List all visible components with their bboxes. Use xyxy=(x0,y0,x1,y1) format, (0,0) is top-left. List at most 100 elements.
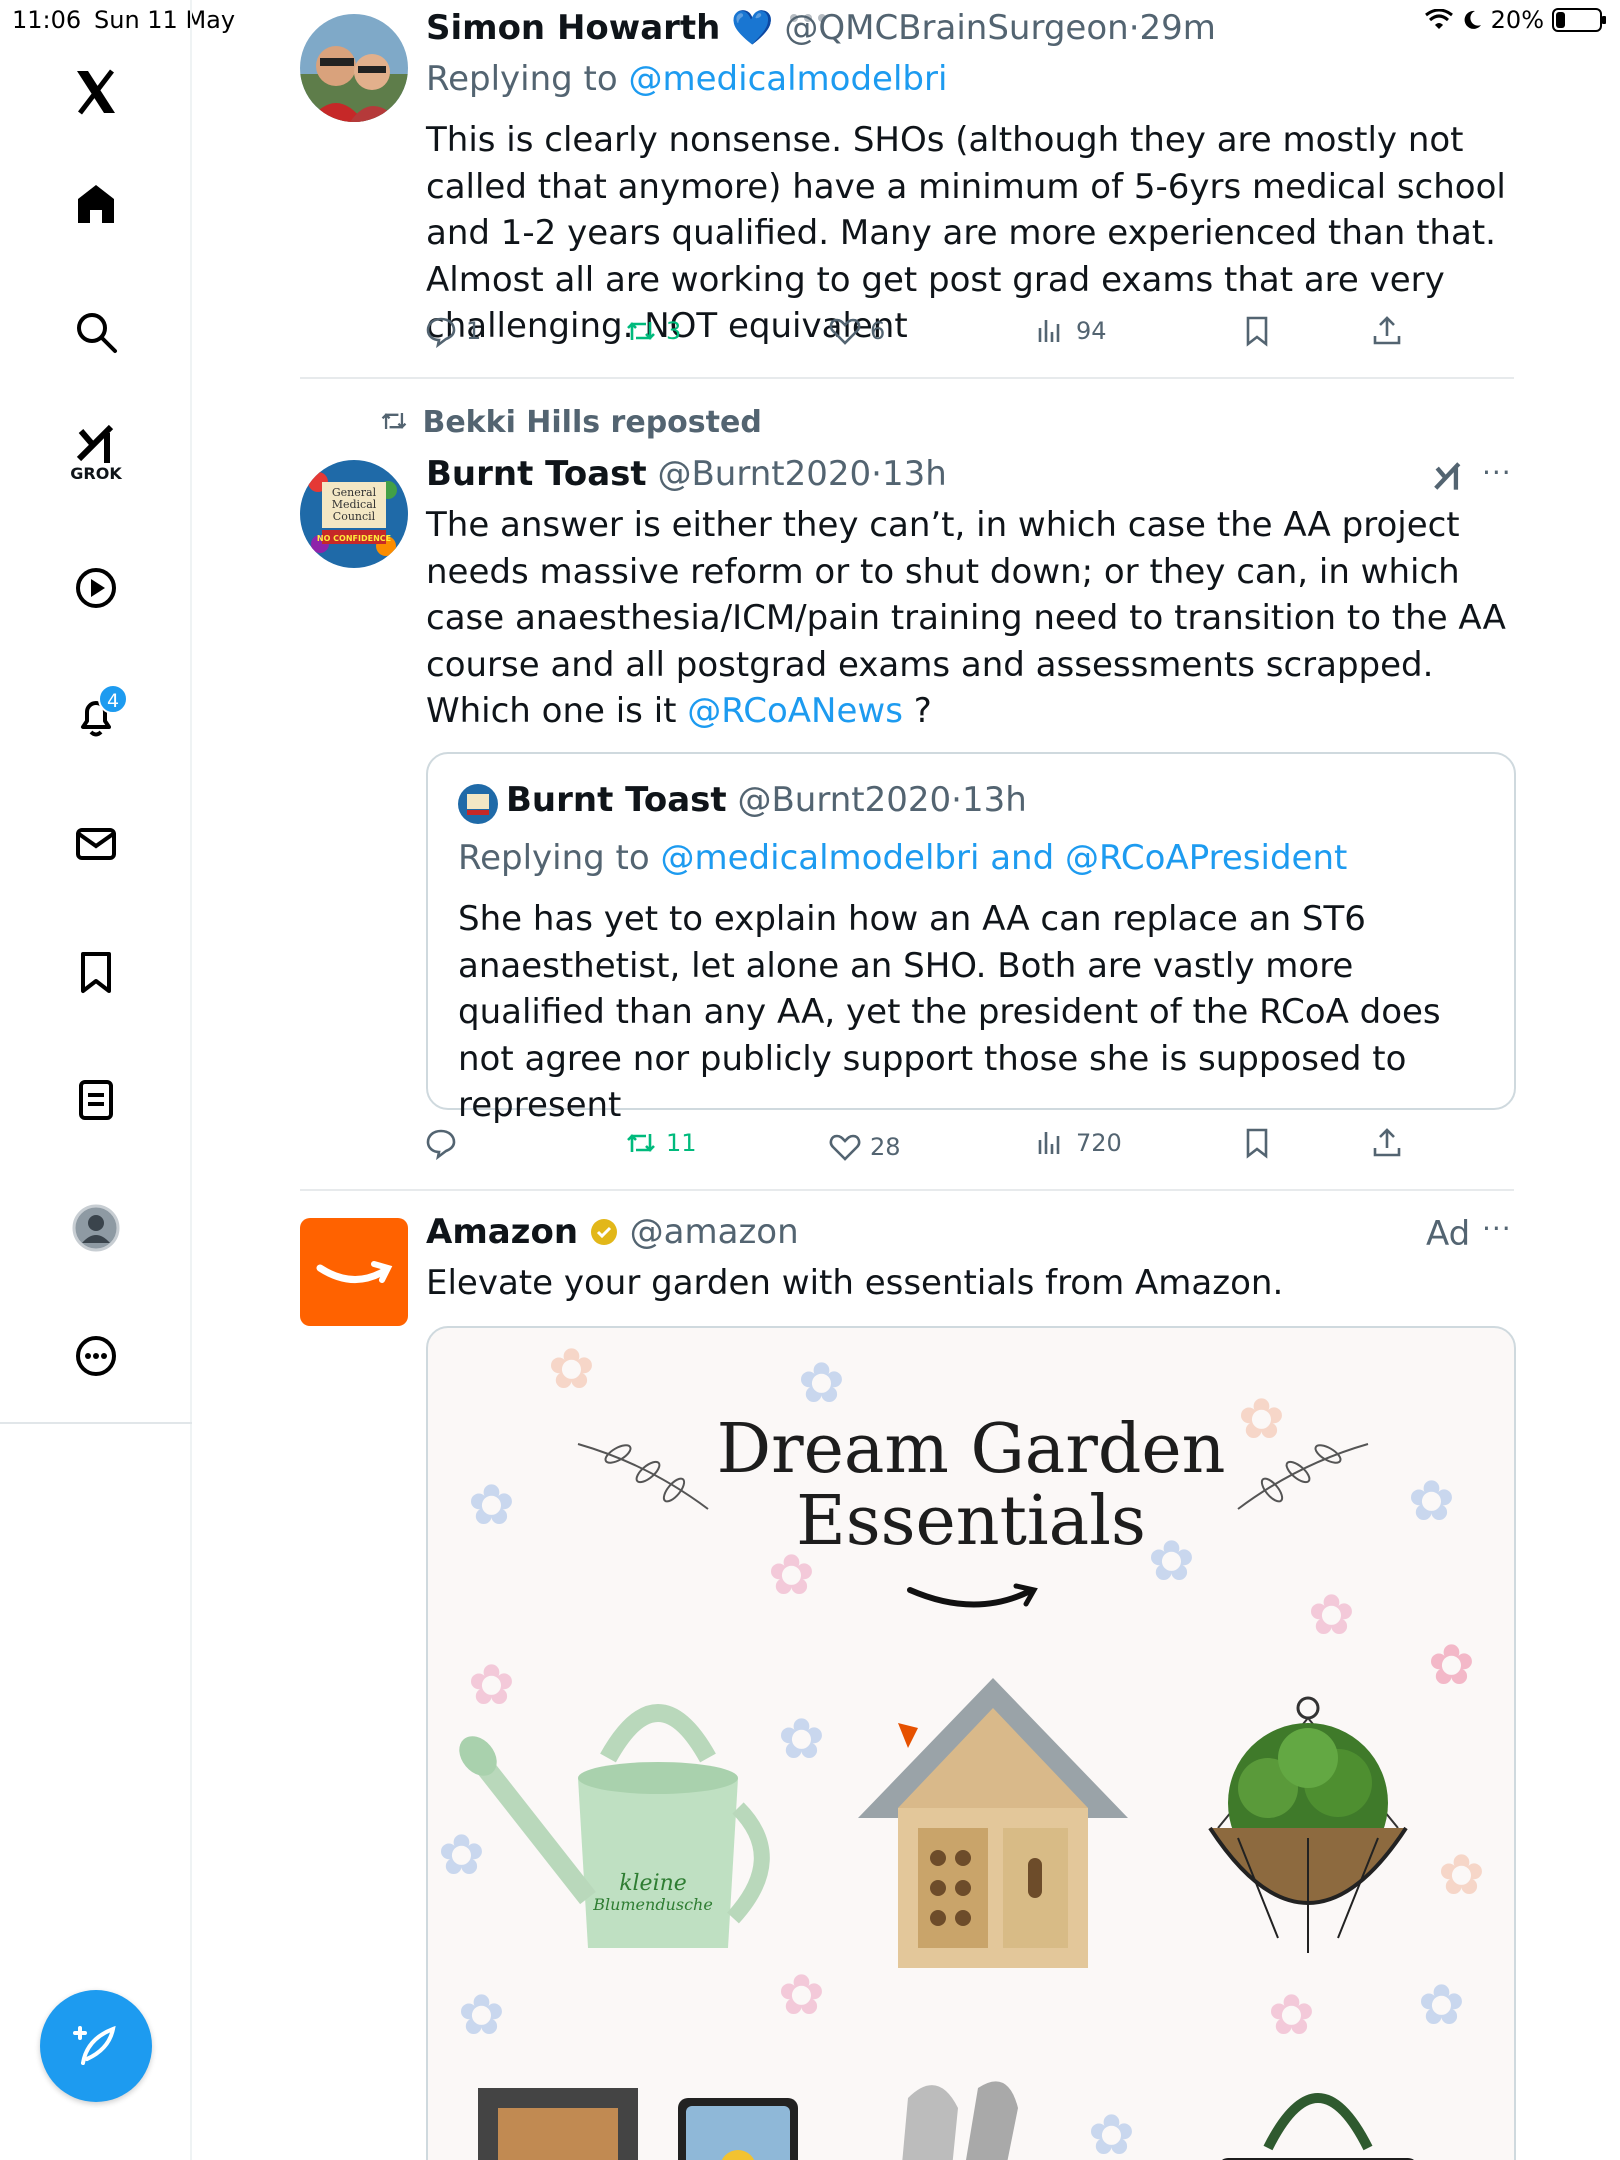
author-handle[interactable]: @Burnt2020 xyxy=(657,454,871,494)
views-button[interactable]: 720 xyxy=(1034,1126,1122,1160)
repost-button[interactable]: 11 xyxy=(624,1126,697,1160)
sidebar-separator xyxy=(0,1422,192,1424)
battery-percent: 20% xyxy=(1490,6,1544,34)
like-count: 6 xyxy=(870,317,886,345)
repost-icon xyxy=(627,322,655,340)
quote-text: She has yet to explain how an AA can rep… xyxy=(458,899,1441,1125)
sidebar: GROK 4 xyxy=(0,0,192,2160)
views-count: 94 xyxy=(1076,317,1107,345)
repost-count: 11 xyxy=(666,1129,697,1157)
share-icon xyxy=(1373,316,1401,345)
quote-author-name: Burnt Toast xyxy=(506,780,727,820)
separator-dot: · xyxy=(951,780,962,820)
views-button[interactable]: 94 xyxy=(1034,314,1107,348)
flower-decoration-icon: ✿ xyxy=(1438,1843,1485,1908)
video-icon[interactable] xyxy=(56,548,136,628)
reply-icon xyxy=(426,1129,456,1160)
repost-icon xyxy=(627,1134,655,1152)
separator-dot: · xyxy=(1128,8,1140,48)
blue-heart-emoji: 💙 xyxy=(731,8,774,48)
quote-header: Burnt Toast @Burnt2020·13h xyxy=(506,780,1027,820)
heart-icon xyxy=(829,1134,861,1161)
ad-label: Ad xyxy=(1426,1214,1471,1254)
tweet-time[interactable]: 29m xyxy=(1140,8,1216,48)
repost-context: Bekki Hills reposted xyxy=(376,405,762,440)
bookmark-icon xyxy=(1246,1128,1268,1159)
bookmarks-icon[interactable] xyxy=(56,932,136,1012)
quote-replying-to: Replying to @medicalmodelbri and @RCoAPr… xyxy=(458,838,1347,878)
flower-decoration-icon: ✿ xyxy=(1088,2103,1135,2160)
tweet-body: The answer is either they can’t, in whic… xyxy=(426,505,1506,731)
replying-to: Replying to @medicalmodelbri xyxy=(426,59,947,99)
author-name[interactable]: Amazon xyxy=(426,1212,578,1252)
tweet-divider xyxy=(300,1189,1514,1191)
ad-headline: Dream Garden Essentials xyxy=(428,1414,1514,1558)
compose-post-button[interactable] xyxy=(40,1990,152,2102)
flower-decoration-icon: ✿ xyxy=(548,1337,595,1402)
can-text-line2: Blumendusche xyxy=(592,1895,713,1914)
quote-replying-to-links[interactable]: @medicalmodelbri and @RCoAPresident xyxy=(661,838,1348,878)
tweet-time[interactable]: 13h xyxy=(882,454,947,494)
status-indicators: 20% xyxy=(1424,6,1606,34)
avatar-text-3: Council xyxy=(333,510,376,523)
ad-headline-line2: Essentials xyxy=(796,1482,1146,1561)
flower-decoration-icon: ✿ xyxy=(1428,1633,1475,1698)
tweet-actions: 11 28 720 xyxy=(422,1126,1422,1176)
grok-icon[interactable]: GROK xyxy=(56,412,136,502)
more-options-icon[interactable]: ··· xyxy=(1482,1212,1512,1245)
reply-icon xyxy=(426,317,456,348)
more-circle-icon[interactable] xyxy=(56,1316,136,1396)
avatar[interactable] xyxy=(300,14,408,122)
tweet-header: Burnt Toast @Burnt2020·13h xyxy=(426,454,947,494)
bookmark-button[interactable] xyxy=(1240,314,1274,348)
flower-decoration-icon: ✿ xyxy=(1268,1983,1315,2048)
repost-context-icon xyxy=(381,413,407,429)
bookmark-icon xyxy=(1246,316,1268,347)
repost-label[interactable]: Bekki Hills reposted xyxy=(422,405,761,440)
tweet-header: Simon Howarth 💙 @QMCBrainSurgeon·29m xyxy=(426,8,1216,48)
compose-feather-icon xyxy=(73,2025,116,2065)
like-count: 28 xyxy=(870,1133,901,1161)
notifications-bell-icon[interactable]: 4 xyxy=(56,676,136,756)
grok-label: GROK xyxy=(70,464,122,483)
repost-count: 3 xyxy=(666,317,682,345)
more-options-icon[interactable]: ··· xyxy=(1482,456,1512,489)
battery-icon xyxy=(1552,8,1606,32)
quoted-tweet[interactable]: Burnt Toast @Burnt2020·13h Replying to @… xyxy=(426,752,1516,1125)
like-button[interactable]: 6 xyxy=(828,314,885,348)
replying-to-link[interactable]: @medicalmodelbri xyxy=(629,59,948,99)
ad-image[interactable]: ✿ ✿ ✿ ✿ ✿ ✿ ✿ ✿ ✿ ✿ ✿ ✿ ✿ ✿ ✿ ✿ ✿ ✿ Drea… xyxy=(426,1326,1516,2160)
reply-button[interactable] xyxy=(424,1126,466,1160)
share-button[interactable] xyxy=(1370,314,1404,348)
x-logo-icon[interactable] xyxy=(56,52,136,132)
home-icon[interactable] xyxy=(56,164,136,244)
repost-button[interactable]: 3 xyxy=(624,314,681,348)
lists-icon[interactable] xyxy=(56,1060,136,1140)
author-name[interactable]: Burnt Toast xyxy=(426,454,647,494)
search-icon[interactable] xyxy=(56,292,136,372)
avatar-text-4: NO CONFIDENCE xyxy=(317,534,391,543)
avatar[interactable]: General Medical Council NO CONFIDENCE xyxy=(300,460,408,568)
author-handle[interactable]: @amazon xyxy=(630,1212,799,1252)
quote-avatar[interactable] xyxy=(458,784,498,824)
profile-avatar-icon[interactable] xyxy=(56,1188,136,1268)
notification-badge: 4 xyxy=(98,684,128,714)
amazon-avatar[interactable] xyxy=(300,1218,408,1326)
grok-analyze-icon[interactable] xyxy=(1430,458,1466,494)
bird-feeder-image xyxy=(478,2088,798,2160)
like-button[interactable]: 28 xyxy=(828,1130,901,1164)
reply-button[interactable]: 1 xyxy=(424,314,481,348)
author-name[interactable]: Simon Howarth xyxy=(426,8,720,48)
author-handle[interactable]: @QMCBrainSurgeon xyxy=(784,8,1128,48)
tweet-body-end: ? xyxy=(902,691,932,731)
flower-decoration-icon: ✿ xyxy=(458,1983,505,2048)
separator-dot: · xyxy=(871,454,882,494)
moon-icon xyxy=(1464,10,1481,29)
messages-envelope-icon[interactable] xyxy=(56,804,136,884)
can-text-line1: kleine xyxy=(619,1871,687,1896)
tweet-header: Amazon @amazon xyxy=(426,1212,799,1252)
bookmark-button[interactable] xyxy=(1240,1126,1274,1160)
replying-prefix: Replying to xyxy=(426,59,618,99)
share-button[interactable] xyxy=(1370,1126,1404,1160)
mention-link[interactable]: @RCoANews xyxy=(687,691,903,731)
